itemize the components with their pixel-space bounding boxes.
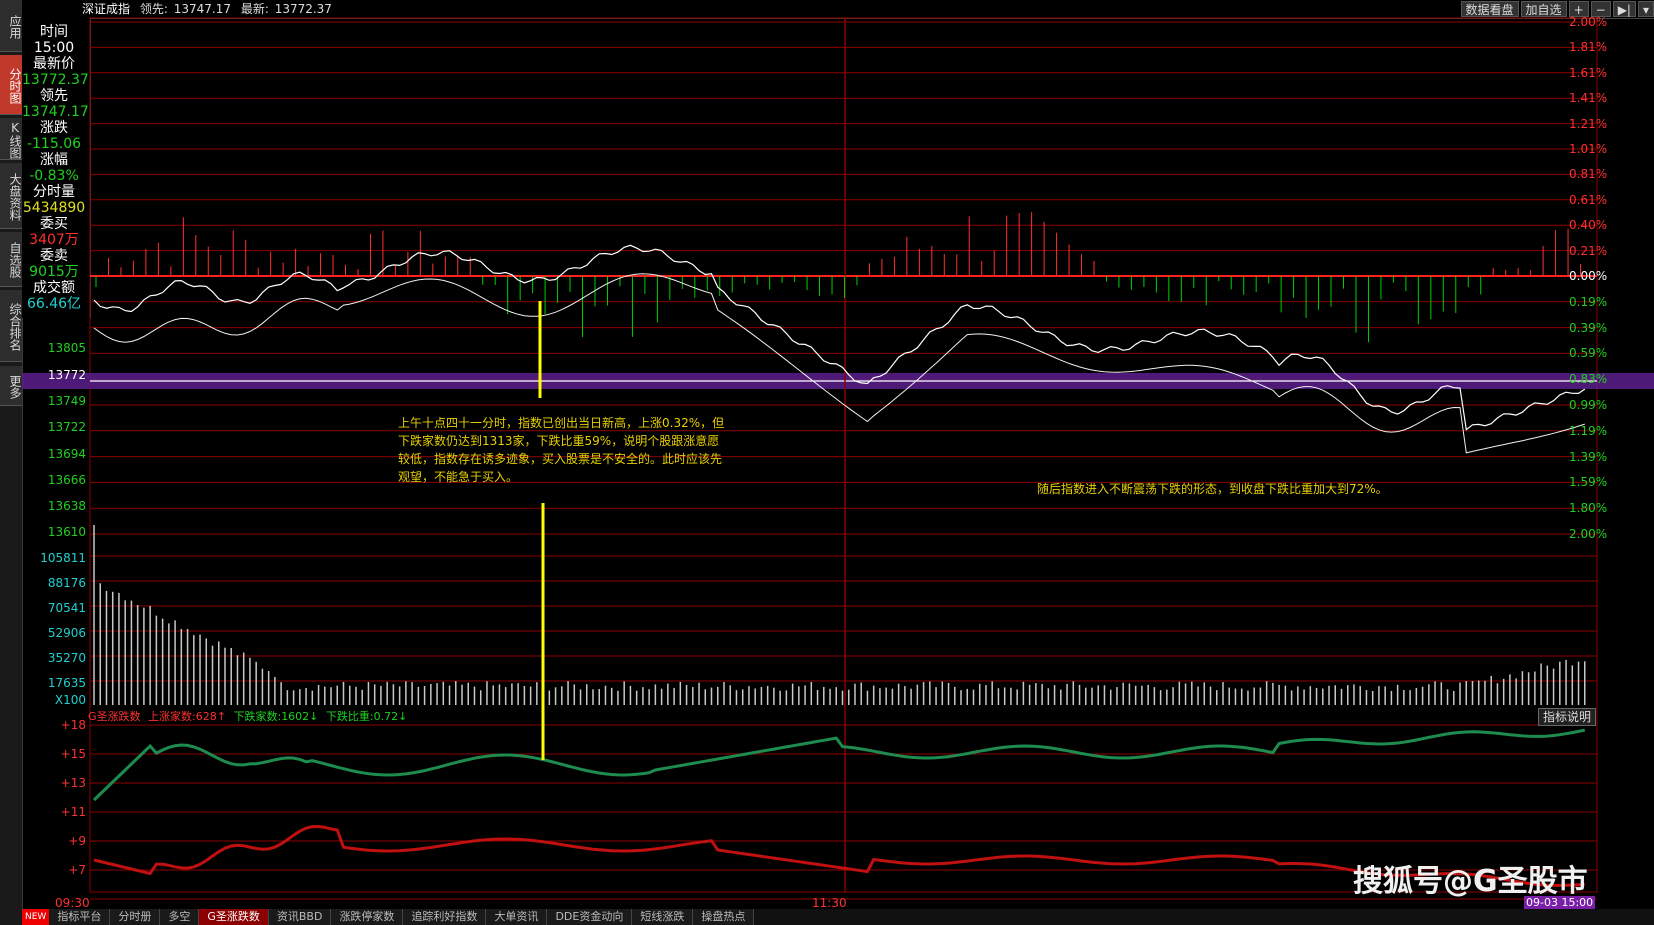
right-axis-label-up-7: 0.61% xyxy=(1569,192,1608,207)
right-axis-label-up-8: 0.40% xyxy=(1569,218,1608,233)
intraday-chart[interactable] xyxy=(0,0,1654,925)
volume-axis-label-0: 105811 xyxy=(40,551,86,565)
right-axis-label-up-10: 0.00% xyxy=(1569,269,1608,283)
volume-axis-label-3: 52906 xyxy=(47,626,86,640)
left-price-label-1: 13772 xyxy=(47,368,86,382)
indicator-explain-button[interactable]: 指标说明 xyxy=(1538,708,1597,726)
adl-axis-label-3: +11 xyxy=(60,805,86,819)
annotation-left: 上午十点四十一分时，指数已创出当日新高，上涨0.32%，但下跌家数仍达到1313… xyxy=(398,416,725,484)
right-axis-label-up-9: 0.21% xyxy=(1569,243,1608,258)
adl-axis-label-5: +7 xyxy=(68,863,86,877)
right-axis-label-up-4: 1.21% xyxy=(1569,116,1608,131)
adl-up-value: 628↑ xyxy=(195,710,226,723)
adl-name: G圣涨跌数 xyxy=(88,710,141,723)
adl-down-value: 1602↓ xyxy=(281,710,319,723)
adl-up-label: 上涨家数: xyxy=(148,710,196,723)
adl-up-line xyxy=(92,728,1586,802)
bottom-tab-10[interactable]: 操盘热点 xyxy=(693,909,755,925)
right-axis-label-down-6: 1.39% xyxy=(1569,449,1608,464)
bottom-tab-0[interactable]: 指标平台 xyxy=(49,909,111,925)
bottom-tab-2[interactable]: 多空 xyxy=(160,909,200,925)
right-axis-label-down-7: 1.59% xyxy=(1569,475,1608,490)
right-axis-label-up-1: 1.81% xyxy=(1569,40,1608,55)
left-price-label-5: 13666 xyxy=(47,473,86,487)
volume-axis-label-1: 88176 xyxy=(47,576,86,590)
bottom-tab-8[interactable]: DDE资金动向 xyxy=(547,909,633,925)
right-axis-label-down-5: 1.19% xyxy=(1569,423,1608,438)
bottom-tab-7[interactable]: 大单资讯 xyxy=(486,909,548,925)
bottom-tab-6[interactable]: 追踪利好指数 xyxy=(403,909,487,925)
volume-axis-label-4: 35270 xyxy=(47,651,86,665)
bottom-tab-9[interactable]: 短线涨跌 xyxy=(632,909,694,925)
right-axis-label-up-3: 1.41% xyxy=(1569,91,1608,106)
bottom-tab-5[interactable]: 涨跌停家数 xyxy=(331,909,404,925)
watermark: 搜狐号@G圣股市 xyxy=(1353,864,1588,899)
right-axis-label-up-5: 1.01% xyxy=(1569,142,1608,156)
bottom-tab-4[interactable]: 资讯BBD xyxy=(268,909,332,925)
right-axis-label-up-6: 0.81% xyxy=(1569,167,1608,182)
right-axis-label-down-2: 0.59% xyxy=(1569,346,1608,361)
time-start-label: 09:30 xyxy=(55,896,90,910)
right-axis-label-down-0: 0.19% xyxy=(1569,294,1608,309)
right-axis-label-down-1: 0.39% xyxy=(1569,320,1608,335)
left-price-label-3: 13722 xyxy=(47,420,86,434)
adl-axis-label-0: +18 xyxy=(60,718,86,732)
left-price-label-6: 13638 xyxy=(47,499,86,513)
volume-axis-label-2: 70541 xyxy=(47,601,86,615)
index-average-line xyxy=(93,273,1585,454)
adl-ratio-label: 下跌比重: xyxy=(325,710,374,723)
adl-axis-label-4: +9 xyxy=(68,834,86,848)
adl-axis-label-1: +15 xyxy=(60,747,86,761)
volume-axis-label-6: X100 xyxy=(54,693,86,707)
time-mid-label: 11:30 xyxy=(812,896,847,910)
right-axis-label-down-8: 1.80% xyxy=(1569,501,1608,516)
adl-header: G圣涨跌数 上涨家数:628↑ 下跌家数:1602↓ 下跌比重:0.72↓ xyxy=(88,710,407,724)
right-axis-label-up-2: 1.61% xyxy=(1569,65,1608,80)
left-price-label-2: 13749 xyxy=(47,394,86,408)
right-axis-label-down-3: 0.83% xyxy=(1569,372,1608,387)
adl-axis-label-2: +13 xyxy=(60,776,86,790)
left-price-label-4: 13694 xyxy=(47,447,86,461)
index-price-line xyxy=(93,244,1586,431)
left-price-label-7: 13610 xyxy=(47,525,86,539)
volume-axis-label-5: 17635 xyxy=(47,676,86,690)
right-axis-label-up-0: 2.00% xyxy=(1569,15,1608,29)
adl-down-label: 下跌家数: xyxy=(233,710,282,723)
bottom-tab-1[interactable]: 分时册 xyxy=(110,909,161,925)
bottom-tab-3[interactable]: G圣涨跌数 xyxy=(199,909,269,925)
adl-ratio-value: 0.72↓ xyxy=(373,710,408,723)
right-axis-label-down-9: 2.00% xyxy=(1569,527,1608,541)
annotation-right: 随后指数进入不断震荡下跌的形态，到收盘下跌比重加大到72%。 xyxy=(1037,482,1388,496)
new-badge: NEW xyxy=(22,909,50,925)
right-axis-label-down-4: 0.99% xyxy=(1569,398,1608,412)
bottom-tab-bar: NEW 指标平台 分时册 多空 G圣涨跌数 资讯BBD 涨跌停家数 追踪利好指数 大单资讯 DDE… xyxy=(22,909,1654,925)
left-price-label-0: 13805 xyxy=(47,341,86,355)
